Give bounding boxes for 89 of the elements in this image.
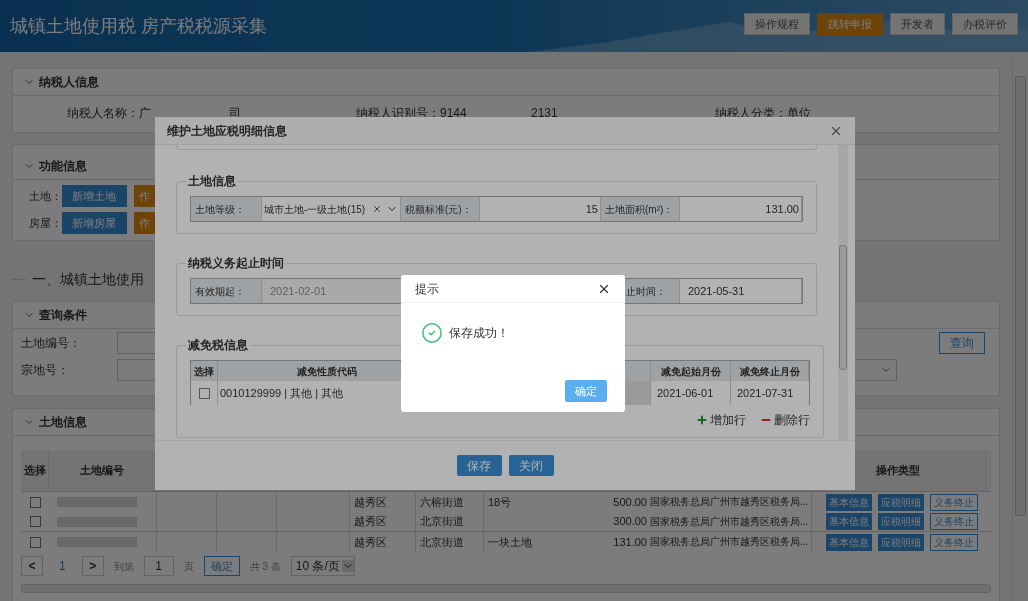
- column-header: 选择: [194, 364, 214, 379]
- action-button[interactable]: 义务终止: [930, 493, 978, 511]
- section-heading: 一、城镇土地使用: [32, 269, 144, 289]
- clear-icon[interactable]: [372, 204, 382, 214]
- field-label: 土地编号：: [21, 335, 82, 352]
- query-button[interactable]: 查询: [939, 332, 985, 354]
- page-scrollbar[interactable]: [1012, 52, 1028, 601]
- panel-title: 纳税人信息: [39, 74, 99, 91]
- table-cell-text: 500.00: [613, 494, 647, 510]
- checkbox[interactable]: [29, 536, 41, 548]
- info-field: 纳税人名称：广: [67, 104, 229, 122]
- column-header: 操作类型: [876, 463, 920, 479]
- dropdown-icon: [341, 560, 354, 572]
- input-field[interactable]: 15: [479, 197, 601, 221]
- next-page-button[interactable]: >: [81, 556, 104, 576]
- section-title: 纳税义务起止时间: [187, 255, 285, 272]
- checkbox[interactable]: [29, 496, 41, 508]
- table-cell-text: 0010129999 | 其他 | 其他: [220, 385, 344, 401]
- dialog-scrollbar[interactable]: [838, 145, 848, 440]
- info-field: 2131: [531, 104, 715, 122]
- table-cell-text: 2021-07-31: [737, 385, 794, 401]
- action-button[interactable]: 基本信息: [826, 513, 872, 530]
- table-cell-text: 2021-06-01: [657, 385, 714, 401]
- add-row-button[interactable]: 增加行: [696, 411, 746, 429]
- app-title: 城镇土地使用税 房产税税源采集: [10, 14, 267, 38]
- dialog-title: 维护土地应税明细信息: [167, 122, 287, 140]
- action-button[interactable]: 义务终止: [930, 533, 978, 551]
- row-label: 土地：: [29, 188, 62, 204]
- section-title: 减免税信息: [187, 337, 249, 354]
- action-button[interactable]: 基本信息: [826, 533, 872, 551]
- table-cell-text: 北京街道: [420, 534, 464, 550]
- table-cell-text: 越秀区: [354, 494, 387, 510]
- action-button[interactable]: 应税明细: [878, 493, 924, 511]
- table-cell-text: 300.00: [613, 514, 647, 530]
- horizontal-scrollbar[interactable]: [21, 584, 991, 593]
- function-button[interactable]: 新增房屋: [62, 212, 127, 234]
- field-label: 土地等级：: [191, 197, 261, 221]
- column-header: 减免终止月份: [739, 364, 800, 379]
- action-button[interactable]: 基本信息: [826, 493, 872, 511]
- field-label: 宗地号：: [21, 362, 70, 379]
- panel-title: 查询条件: [39, 307, 87, 324]
- alert-title: 提示: [415, 280, 439, 298]
- alert-message: 保存成功！: [449, 325, 509, 342]
- delete-row-button[interactable]: 删除行: [760, 411, 810, 429]
- goto-button[interactable]: 确定: [203, 556, 240, 576]
- page-size-select[interactable]: 10 条/页: [290, 556, 355, 576]
- table-cell-text: 六榕街道: [420, 494, 464, 510]
- info-field: 司: [229, 104, 356, 122]
- checkbox[interactable]: [198, 387, 210, 399]
- input-field[interactable]: 131.00: [679, 197, 802, 221]
- table-cell-text: 18号: [488, 494, 512, 510]
- table-cell-text: 越秀区: [354, 534, 387, 550]
- checkbox[interactable]: [29, 516, 41, 527]
- field-label: 税额标准(元)：: [401, 197, 479, 221]
- column-header: 减免性质代码: [296, 364, 357, 379]
- table-cell-text: 越秀区: [354, 514, 387, 530]
- prev-page-button[interactable]: <: [21, 556, 43, 576]
- page-input[interactable]: 1: [143, 556, 174, 576]
- field-label: 有效期起：: [191, 279, 261, 303]
- plus-icon: [696, 414, 708, 426]
- panel-title: 功能信息: [39, 158, 87, 175]
- action-button[interactable]: 应税明细: [878, 513, 924, 530]
- page-link[interactable]: 1: [53, 557, 72, 575]
- confirm-button[interactable]: 确定: [565, 380, 607, 402]
- action-button[interactable]: 义务终止: [930, 513, 978, 530]
- table-cell: 国家税务总局广州市越秀区税务局...: [650, 515, 809, 528]
- dialog-button[interactable]: 关闭: [508, 455, 554, 476]
- header-button[interactable]: 跳转申报: [817, 13, 883, 35]
- row-label: 房屋：: [29, 215, 62, 231]
- header-button[interactable]: 办税评价: [952, 13, 1018, 35]
- column-header: 选择: [23, 463, 46, 479]
- header-button[interactable]: 开发者: [890, 13, 945, 35]
- date-field[interactable]: 2021-05-31: [679, 279, 802, 303]
- table-cell-text: 一块土地: [488, 534, 532, 550]
- section-title: 土地信息: [187, 173, 237, 190]
- header-button[interactable]: 操作规程: [744, 13, 810, 35]
- column-header: 减免起始月份: [660, 364, 721, 379]
- table-cell: 国家税务总局广州市越秀区税务局...: [650, 536, 809, 548]
- table-cell-text: 北京街道: [420, 514, 464, 530]
- select-field[interactable]: 城市土地-一级土地(15): [261, 197, 401, 221]
- function-button[interactable]: 新增土地: [62, 185, 127, 207]
- action-button[interactable]: 应税明细: [878, 533, 924, 551]
- field-label: 土地面积(m²)：: [601, 197, 679, 221]
- column-header: 土地编号: [80, 463, 124, 479]
- table-cell-text: 131.00: [613, 534, 647, 550]
- table-cell: 国家税务总局广州市越秀区税务局...: [650, 496, 809, 508]
- dialog-button[interactable]: 保存: [456, 455, 502, 476]
- success-icon: [421, 322, 443, 344]
- panel-title: 土地信息: [39, 414, 87, 431]
